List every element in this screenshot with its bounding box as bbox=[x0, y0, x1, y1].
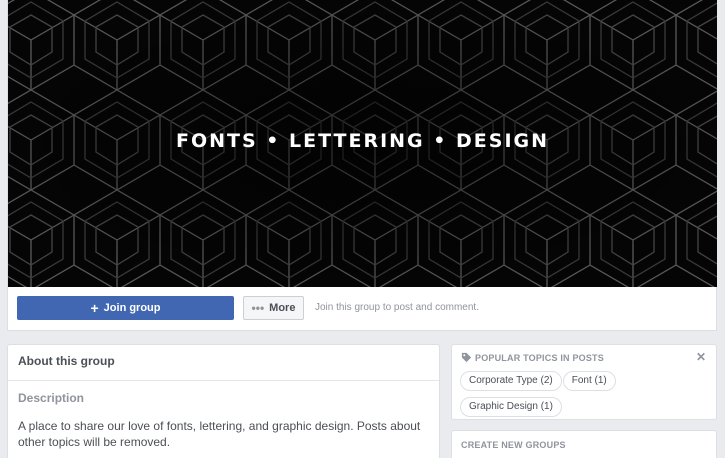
group-action-bar: + Join group ••• More Join this group to… bbox=[8, 287, 717, 331]
create-groups-title: CREATE NEW GROUPS bbox=[461, 440, 566, 450]
topic-chip-graphic-design[interactable]: Graphic Design (1) bbox=[460, 397, 562, 417]
more-dots-icon: ••• bbox=[251, 301, 265, 315]
about-title: About this group bbox=[18, 354, 115, 368]
tag-icon bbox=[461, 352, 472, 363]
more-button[interactable]: ••• More bbox=[243, 296, 304, 320]
cover-title: FONTS • LETTERING • DESIGN bbox=[175, 130, 550, 152]
popular-topics-header: POPULAR TOPICS IN POSTS bbox=[461, 352, 604, 363]
plus-icon: + bbox=[90, 300, 99, 316]
divider bbox=[8, 380, 439, 381]
popular-topics-card: POPULAR TOPICS IN POSTS ✕ Corporate Type… bbox=[451, 344, 717, 420]
topic-chip-corporate-type[interactable]: Corporate Type (2) bbox=[460, 371, 562, 391]
popular-topics-title: POPULAR TOPICS IN POSTS bbox=[475, 352, 604, 363]
join-hint-text: Join this group to post and comment. bbox=[315, 302, 479, 313]
description-text: A place to share our love of fonts, lett… bbox=[18, 419, 421, 449]
create-new-groups-card: CREATE NEW GROUPS bbox=[451, 430, 717, 458]
description-heading: Description bbox=[18, 391, 85, 405]
join-group-button[interactable]: + Join group bbox=[17, 296, 234, 320]
topic-chips: Corporate Type (2) Font (1) Graphic Desig… bbox=[460, 370, 710, 422]
about-group-card: About this group Description A place to … bbox=[7, 344, 440, 458]
topic-chip-font[interactable]: Font (1) bbox=[562, 371, 616, 391]
more-label: More bbox=[269, 302, 296, 314]
cover-photo[interactable]: FONTS • LETTERING • DESIGN bbox=[8, 0, 717, 287]
group-header-card: FONTS • LETTERING • DESIGN + Join group … bbox=[7, 0, 717, 331]
close-icon[interactable]: ✕ bbox=[696, 350, 706, 364]
join-group-label: Join group bbox=[103, 302, 161, 314]
